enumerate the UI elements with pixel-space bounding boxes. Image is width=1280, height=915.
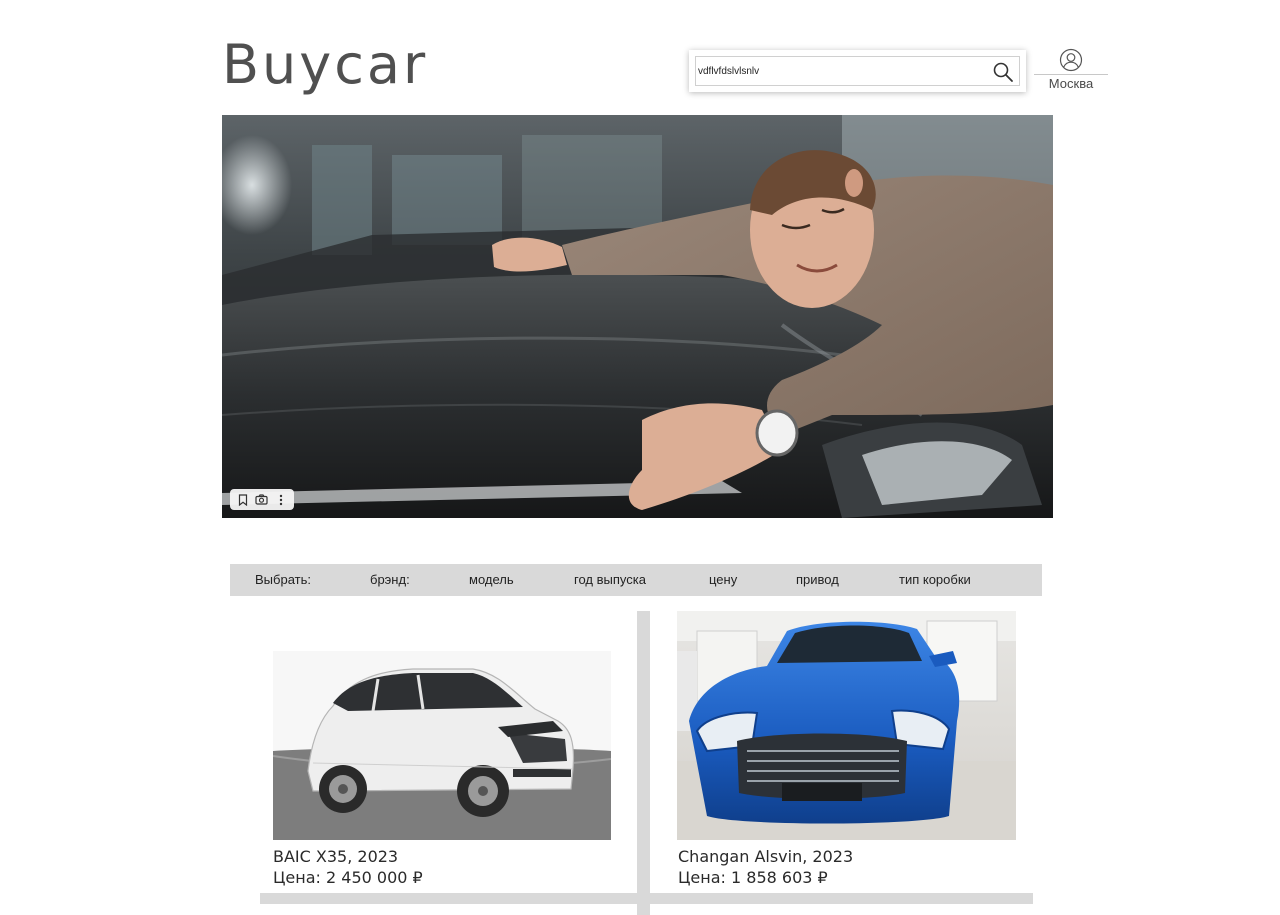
car-price-changan: Цена: 1 858 603 ₽ bbox=[678, 868, 828, 887]
user-circle-icon[interactable] bbox=[1059, 48, 1083, 72]
search-icon[interactable] bbox=[991, 60, 1015, 84]
horizontal-divider bbox=[260, 893, 1033, 904]
bookmark-icon[interactable] bbox=[234, 491, 252, 509]
search-input[interactable] bbox=[698, 61, 988, 81]
account-divider bbox=[1034, 74, 1108, 75]
search-field-frame bbox=[695, 56, 1020, 86]
car-price-baic: Цена: 2 450 000 ₽ bbox=[273, 868, 423, 887]
site-logo[interactable]: Buycar bbox=[222, 30, 428, 100]
vertical-divider bbox=[637, 611, 650, 915]
car-title-baic[interactable]: BAIC X35, 2023 bbox=[273, 847, 398, 866]
filter-model[interactable]: модель bbox=[469, 572, 514, 587]
filter-drive[interactable]: привод bbox=[796, 572, 839, 587]
filter-transmission[interactable]: тип коробки bbox=[899, 572, 971, 587]
filter-label: Выбрать: bbox=[255, 572, 311, 587]
more-vertical-icon[interactable] bbox=[272, 491, 290, 509]
account-area[interactable]: Москва bbox=[1034, 48, 1108, 94]
camera-icon[interactable] bbox=[253, 491, 271, 509]
filter-price[interactable]: цену bbox=[709, 572, 737, 587]
car-photo-baic-x35[interactable] bbox=[273, 651, 611, 840]
hero-banner-image bbox=[222, 115, 1053, 518]
filter-year[interactable]: год выпуска bbox=[574, 572, 646, 587]
image-toolbar bbox=[230, 489, 294, 510]
car-title-changan[interactable]: Changan Alsvin, 2023 bbox=[678, 847, 853, 866]
car-photo-changan-alsvin[interactable] bbox=[677, 611, 1016, 840]
search-box bbox=[689, 50, 1026, 92]
city-selector[interactable]: Москва bbox=[1034, 76, 1108, 91]
filter-brand[interactable]: брэнд: bbox=[370, 572, 410, 587]
filter-bar: Выбрать: брэнд: модель год выпуска цену … bbox=[230, 564, 1042, 596]
